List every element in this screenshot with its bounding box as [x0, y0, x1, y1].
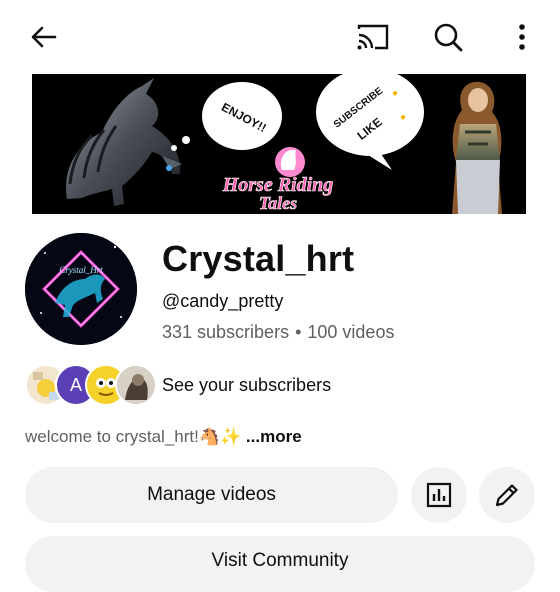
- analytics-chart-icon: [426, 482, 452, 508]
- rider-character-illustration: [452, 81, 502, 214]
- unicorn-illustration: [66, 78, 182, 206]
- edit-channel-button[interactable]: [479, 467, 535, 523]
- visit-community-button[interactable]: Visit Community: [25, 536, 535, 592]
- svg-text:Tales: Tales: [259, 193, 297, 213]
- channel-handle: @candy_pretty: [162, 291, 284, 311]
- description-more-link[interactable]: ...more: [246, 427, 302, 446]
- svg-text:●: ●: [392, 88, 398, 99]
- channel-banner: ENJOY!! SUBSCRIBE LIKE ● ● Horse Riding …: [32, 74, 526, 214]
- enjoy-bubble: ENJOY!!: [171, 82, 282, 151]
- stats-separator: •: [295, 322, 302, 342]
- subscribe-like-bubble: SUBSCRIBE LIKE ● ●: [316, 74, 424, 170]
- search-icon[interactable]: [426, 15, 470, 59]
- channel-stats: 331 subscribers • 100 videos: [162, 322, 394, 343]
- channel-avatar[interactable]: Crystal_Hrt: [25, 233, 137, 345]
- svg-text:●: ●: [400, 112, 406, 123]
- horse-riding-tales-logo: Horse Riding Tales: [221, 147, 334, 213]
- video-count: 100 videos: [307, 322, 395, 342]
- channel-name: Crystal_hrt: [162, 238, 355, 279]
- cast-icon[interactable]: [351, 15, 395, 59]
- description-text: welcome to crystal_hrt!🐴✨: [25, 427, 242, 446]
- subscriber-count: 331 subscribers: [162, 322, 290, 342]
- see-subscribers-link[interactable]: See your subscribers: [162, 375, 331, 396]
- top-app-bar: [0, 0, 560, 72]
- svg-text:Crystal_Hrt: Crystal_Hrt: [59, 265, 103, 275]
- avatar-art: Crystal_Hrt: [25, 233, 137, 345]
- more-vertical-icon[interactable]: [500, 15, 544, 59]
- channel-description[interactable]: welcome to crystal_hrt!🐴✨ ...more: [25, 427, 302, 447]
- arrow-back-icon[interactable]: [21, 15, 65, 59]
- subscribers-preview-row[interactable]: A See your subscribers: [25, 364, 425, 406]
- pencil-edit-icon: [495, 484, 518, 507]
- analytics-button[interactable]: [411, 467, 467, 523]
- subscriber-avatar: [115, 364, 157, 406]
- banner-art: ENJOY!! SUBSCRIBE LIKE ● ● Horse Riding …: [66, 74, 502, 214]
- manage-videos-button[interactable]: Manage videos: [25, 467, 398, 523]
